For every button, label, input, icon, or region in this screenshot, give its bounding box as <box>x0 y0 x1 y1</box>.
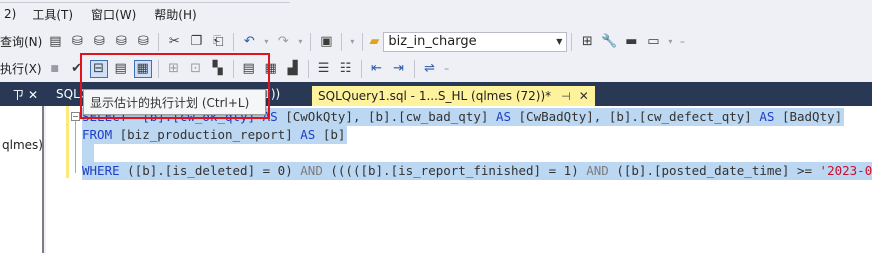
toolbar-overflow-icon[interactable]: ₌ <box>443 60 451 78</box>
fold-guide <box>75 121 76 173</box>
changed-lines-marker <box>66 106 69 178</box>
database-icon: ▰ <box>369 34 380 49</box>
code-token: WHERE <box>82 163 120 178</box>
toolbar-separator <box>413 59 415 78</box>
window-icon[interactable]: ▭ <box>644 33 662 51</box>
decrease-indent-icon[interactable]: ⇤ <box>368 60 386 78</box>
menu-bar: 2) 工具(T) 窗口(W) 帮助(H) <box>0 0 872 28</box>
dropdown-icon[interactable]: ▾ <box>348 33 356 51</box>
code-token: ([b].[is_deleted] = 0) <box>119 163 301 178</box>
code-line-2: FROM [biz_production_report] AS [b] <box>82 126 348 144</box>
object-explorer-node[interactable]: qlmes) <box>2 138 42 152</box>
collapse-icon[interactable]: − <box>71 112 80 121</box>
toolbar-separator <box>571 32 573 51</box>
code-token: [b] <box>315 127 346 142</box>
copy-icon[interactable]: ❐ <box>187 33 205 51</box>
wrench-icon[interactable]: 🔧 <box>600 33 618 51</box>
standard-toolbar: 查询(N) ▤ ⛁ ⛁ ⛁ ⛁ ✂ ❐ ⎗ ↶ ▾ ↷ ▾ ▣ ▾ ▰ biz_… <box>0 28 872 55</box>
code-token: AS <box>495 109 511 124</box>
tab-active-query[interactable]: SQLQuery1.sql - 1...S_HL (qlmes (72))* ⊣… <box>312 86 595 106</box>
cut-icon[interactable]: ✂ <box>165 33 183 51</box>
execute-button[interactable]: 执行(X) <box>0 60 44 77</box>
properties-icon[interactable]: ⊞ <box>578 33 596 51</box>
toolbar-separator <box>341 32 343 51</box>
dmx-query-icon[interactable]: ⛁ <box>90 33 108 51</box>
highlight-annotation-box <box>80 53 270 119</box>
menu-item-help[interactable]: 帮助(H) <box>150 6 200 23</box>
redo-icon[interactable]: ↷ <box>274 33 292 51</box>
toolbar-separator <box>310 32 312 51</box>
window-dropdown-icon[interactable]: ▾ <box>666 33 674 51</box>
mdx-query-icon[interactable]: ⛁ <box>68 33 86 51</box>
menu-item-window[interactable]: 窗口(W) <box>87 6 140 23</box>
specify-template-values-icon[interactable]: ⇌ <box>421 60 439 78</box>
code-token: AND <box>586 163 609 178</box>
chevron-down-icon: ▼ <box>556 37 563 46</box>
sql-editor[interactable]: − SELECT [b].[cw_ok_qty] AS [CwOkQty], [… <box>46 106 872 253</box>
paste-icon[interactable]: ⎗ <box>209 33 227 51</box>
left-pane-header-controls[interactable]: ㄗ ✕ <box>0 82 42 106</box>
uncomment-icon[interactable]: ☷ <box>337 60 355 78</box>
code-token: AS <box>300 127 316 142</box>
increase-indent-icon[interactable]: ⇥ <box>390 60 408 78</box>
object-explorer-icon[interactable]: ▣ <box>317 33 335 51</box>
toolbar-separator <box>233 32 235 51</box>
code-token: [BadQty] <box>774 109 843 124</box>
undo-icon[interactable]: ↶ <box>240 33 258 51</box>
code-token: ([b].[posted_date_time] >= <box>608 163 820 178</box>
tab-active-label: SQLQuery1.sql - 1...S_HL (qlmes (72))* <box>318 89 552 103</box>
xmla-query-icon[interactable]: ⛁ <box>112 33 130 51</box>
code-token: AS <box>759 109 775 124</box>
dax-query-icon[interactable]: ⛁ <box>134 33 152 51</box>
toolbox-icon[interactable]: ▬ <box>622 33 640 51</box>
object-explorer-pane: qlmes) <box>0 106 44 253</box>
toolbar-separator <box>360 59 362 78</box>
redo-dropdown-icon[interactable]: ▾ <box>296 33 304 51</box>
toolbar-overflow-icon[interactable]: ₌ <box>678 33 686 51</box>
toolbar-separator <box>362 32 364 51</box>
menu-item-tools[interactable]: 工具(T) <box>28 6 77 23</box>
code-token: [CwOkQty], [b].[cw_bad_qty] <box>277 109 496 124</box>
code-line-4: WHERE ([b].[is_deleted] = 0) AND (((([b]… <box>82 162 872 180</box>
code-token: [CwBadQty], [b].[cw_defect_qty] <box>511 109 760 124</box>
menu-item-truncated[interactable]: 2) <box>0 7 20 21</box>
pin-icon[interactable]: ⊣ <box>561 90 571 103</box>
code-token: AND <box>300 163 323 178</box>
code-token: '2023-09-01 <box>819 163 872 178</box>
code-token: (((([b].[is_report_finished] = 1) <box>322 163 587 178</box>
code-line-3 <box>82 144 94 162</box>
stop-icon[interactable]: ■ <box>46 60 64 78</box>
toolbar-separator <box>307 59 309 78</box>
undo-dropdown-icon[interactable]: ▾ <box>262 33 270 51</box>
query-file-icon[interactable]: ▤ <box>46 33 64 51</box>
toolbar-separator <box>158 32 160 51</box>
results-to-file-icon[interactable]: ▟ <box>284 60 302 78</box>
database-select[interactable]: biz_in_charge ▼ <box>383 31 568 52</box>
comment-icon[interactable]: ☰ <box>315 60 333 78</box>
code-token: [biz_production_report] <box>112 127 301 142</box>
code-token: FROM <box>82 127 113 142</box>
close-icon[interactable]: ✕ <box>579 89 589 103</box>
new-query-button[interactable]: 查询(N) <box>0 33 44 50</box>
database-select-value: biz_in_charge <box>388 34 477 49</box>
